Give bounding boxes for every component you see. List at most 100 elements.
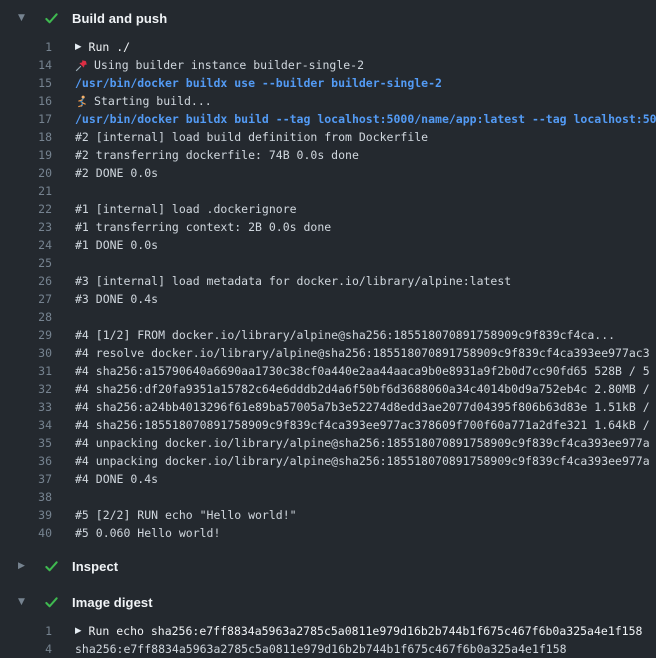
- line-number[interactable]: 18: [0, 128, 52, 146]
- log-line-text: /usr/bin/docker buildx build --tag local…: [75, 110, 656, 128]
- log-line: 23 #1 transferring context: 2B 0.0s done: [0, 218, 656, 236]
- log-line: 37 #4 DONE 0.4s: [0, 470, 656, 488]
- log-line: 18 #2 [internal] load build definition fr…: [0, 128, 656, 146]
- log-line: 30 #4 resolve docker.io/library/alpine@sh…: [0, 344, 656, 362]
- log-line-text: #4 unpacking docker.io/library/alpine@sh…: [75, 434, 650, 452]
- log-line-text: Starting build...: [94, 92, 212, 110]
- check-icon: [44, 559, 59, 574]
- log-line-text: #4 DONE 0.4s: [75, 470, 158, 488]
- log-line: 15/usr/bin/docker buildx use --builder b…: [0, 74, 656, 92]
- play-icon[interactable]: ▶: [75, 622, 82, 640]
- log-line-text: sha256:e7ff8834a5963a2785c5a0811e979d16b…: [75, 640, 567, 658]
- line-number[interactable]: 29: [0, 326, 52, 344]
- line-number[interactable]: 15: [0, 74, 52, 92]
- log-line-text: #4 [1/2] FROM docker.io/library/alpine@s…: [75, 326, 615, 344]
- log-line-text: Run echo sha256:e7ff8834a5963a2785c5a081…: [89, 622, 643, 640]
- line-number[interactable]: 25: [0, 254, 52, 272]
- log-line: 14 Using builder instance builder-single-…: [0, 56, 656, 74]
- pushpin-icon: [75, 59, 88, 72]
- log-line: 34 #4 sha256:185518070891758909c9f839cf4c…: [0, 416, 656, 434]
- log-line: 40 #5 0.060 Hello world!: [0, 524, 656, 542]
- line-number[interactable]: 26: [0, 272, 52, 290]
- log-line-text: #4 sha256:a15790640a6690aa1730c38cf0a440…: [75, 362, 650, 380]
- log-line: 27#3 DONE 0.4s: [0, 290, 656, 308]
- section-title: Build and push: [72, 11, 167, 26]
- log-line-text: #1 DONE 0.0s: [75, 236, 158, 254]
- log-line: 33 #4 sha256:a24bb4013296f61e89ba57005a7b…: [0, 398, 656, 416]
- line-number[interactable]: 22: [0, 200, 52, 218]
- line-number[interactable]: 37: [0, 470, 52, 488]
- log-line: 22 #1 [internal] load .dockerignore: [0, 200, 656, 218]
- line-number[interactable]: 14: [0, 56, 52, 74]
- log-line: 25: [0, 254, 656, 272]
- line-number[interactable]: 1: [0, 38, 52, 56]
- log-line: 20 #2 DONE 0.0s: [0, 164, 656, 182]
- line-number[interactable]: 21: [0, 182, 52, 200]
- section-header-image-digest[interactable]: ▼ Image digest: [0, 590, 656, 614]
- line-number[interactable]: 24: [0, 236, 52, 254]
- log-line: 38: [0, 488, 656, 506]
- section-title: Inspect: [72, 559, 118, 574]
- log-line-text: #3 [internal] load metadata for docker.i…: [75, 272, 511, 290]
- line-number[interactable]: 23: [0, 218, 52, 236]
- log-line-text: #4 sha256:a24bb4013296f61e89ba57005a7b3e…: [75, 398, 650, 416]
- log-line-text: #1 [internal] load .dockerignore: [75, 200, 297, 218]
- log-line-text: #2 transferring dockerfile: 74B 0.0s don…: [75, 146, 359, 164]
- log-line: 1 ▶ Run echo sha256:e7ff8834a5963a2785c5a0…: [0, 622, 656, 640]
- line-number[interactable]: 32: [0, 380, 52, 398]
- log-line-text: #2 [internal] load build definition from…: [75, 128, 428, 146]
- chevron-right-icon[interactable]: ▶: [18, 562, 30, 571]
- log-line: 29 #4 [1/2] FROM docker.io/library/alpine…: [0, 326, 656, 344]
- line-number[interactable]: 16: [0, 92, 52, 110]
- log-line: 17/usr/bin/docker buildx build --tag loc…: [0, 110, 656, 128]
- log-line: 4 sha256:e7ff8834a5963a2785c5a0811e979d16…: [0, 640, 656, 658]
- line-number[interactable]: 35: [0, 434, 52, 452]
- log-line: 21: [0, 182, 656, 200]
- check-icon: [44, 11, 59, 26]
- line-number[interactable]: 38: [0, 488, 52, 506]
- line-number[interactable]: 36: [0, 452, 52, 470]
- log-block-image-digest: 1 ▶ Run echo sha256:e7ff8834a5963a2785c5a0…: [0, 622, 656, 658]
- line-number[interactable]: 31: [0, 362, 52, 380]
- log-viewer: ▼Build and push1▶Run ./14Using builder i…: [0, 6, 656, 658]
- check-icon: [44, 595, 59, 610]
- section-title: Image digest: [72, 595, 153, 610]
- log-line: 36#4 unpacking docker.io/library/alpine@…: [0, 452, 656, 470]
- log-line-text: /usr/bin/docker buildx use --builder bui…: [75, 74, 442, 92]
- log-line-text: #2 DONE 0.0s: [75, 164, 158, 182]
- play-icon[interactable]: ▶: [75, 38, 82, 56]
- log-line: 1 ▶ Run ./: [0, 38, 656, 56]
- log-line-text: Using builder instance builder-single-2: [94, 56, 364, 74]
- log-line-text: #4 sha256:185518070891758909c9f839cf4ca3…: [75, 416, 650, 434]
- log-line-text: Run ./: [89, 38, 131, 56]
- log-line: 39 #5 [2/2] RUN echo "Hello world!": [0, 506, 656, 524]
- line-number[interactable]: 27: [0, 290, 52, 308]
- log-line: 35 #4 unpacking docker.io/library/alpine@…: [0, 434, 656, 452]
- log-line: 19 #2 transferring dockerfile: 74B 0.0s d…: [0, 146, 656, 164]
- log-line: 32 #4 sha256:df20fa9351a15782c64e6dddb2d4…: [0, 380, 656, 398]
- log-line: 31 #4 sha256:a15790640a6690aa1730c38cf0a4…: [0, 362, 656, 380]
- log-line-text: #4 sha256:df20fa9351a15782c64e6dddb2d4a6…: [75, 380, 650, 398]
- line-number[interactable]: 40: [0, 524, 52, 542]
- chevron-down-icon[interactable]: ▼: [18, 598, 30, 607]
- log-line: 28: [0, 308, 656, 326]
- line-number[interactable]: 4: [0, 640, 52, 658]
- log-line: 26 #3 [internal] load metadata for docker…: [0, 272, 656, 290]
- line-number[interactable]: 34: [0, 416, 52, 434]
- log-line-text: #1 transferring context: 2B 0.0s done: [75, 218, 331, 236]
- log-line-text: #4 resolve docker.io/library/alpine@sha2…: [75, 344, 650, 362]
- section-header-inspect[interactable]: ▶ Inspect: [0, 554, 656, 578]
- line-number[interactable]: 17: [0, 110, 52, 128]
- line-number[interactable]: 30: [0, 344, 52, 362]
- chevron-down-icon[interactable]: ▼: [18, 14, 30, 23]
- line-number[interactable]: 39: [0, 506, 52, 524]
- line-number[interactable]: 20: [0, 164, 52, 182]
- log-line-text: #5 [2/2] RUN echo "Hello world!": [75, 506, 297, 524]
- line-number[interactable]: 28: [0, 308, 52, 326]
- log-line-text: #5 0.060 Hello world!: [75, 524, 220, 542]
- line-number[interactable]: 33: [0, 398, 52, 416]
- runner-icon: [75, 95, 88, 108]
- section-header-build-and-push[interactable]: ▼ Build and push: [0, 6, 656, 30]
- line-number[interactable]: 19: [0, 146, 52, 164]
- line-number[interactable]: 1: [0, 622, 52, 640]
